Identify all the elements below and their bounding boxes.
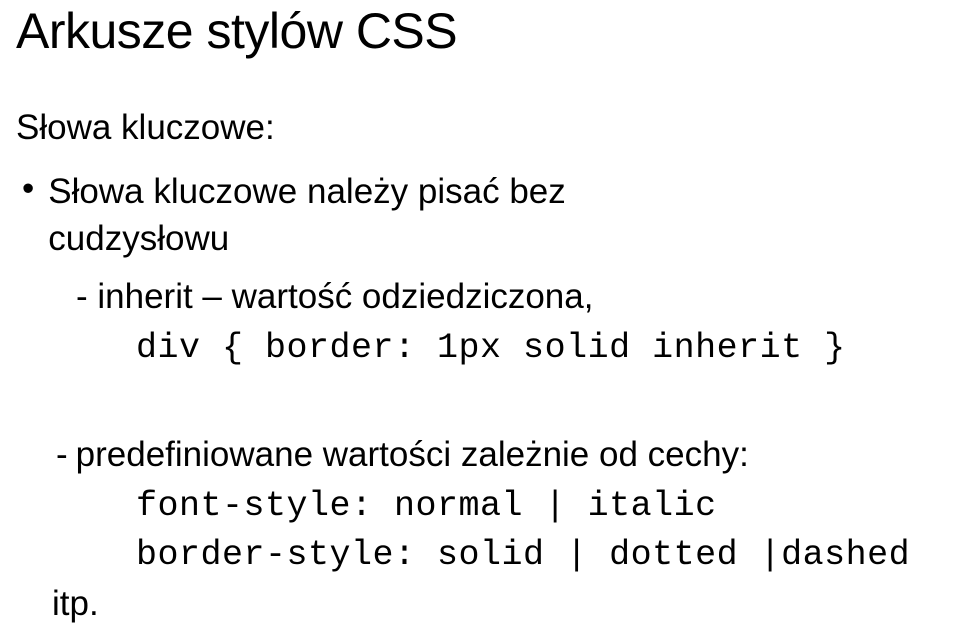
- bullet-text-line2: cudzysłowu: [48, 215, 944, 262]
- predefined-description: - predefiniowane wartości zależnie od ce…: [16, 431, 944, 478]
- font-style-code: font-style: normal | italic: [136, 482, 944, 531]
- bullet-item-1: • Słowa kluczowe należy pisać bez cudzys…: [16, 168, 944, 263]
- predefined-text: predefiniowane wartości zależnie od cech…: [76, 431, 749, 478]
- bullet-text-line1: Słowa kluczowe należy pisać bez: [48, 168, 944, 215]
- inherit-code: div { border: 1px solid inherit }: [136, 324, 944, 373]
- etc-text: itp.: [52, 584, 944, 624]
- bullet-marker: •: [22, 166, 34, 212]
- inherit-description: - inherit – wartość odziedziczona,: [76, 273, 944, 320]
- slide-title: Arkusze stylów CSS: [16, 2, 944, 60]
- dash-marker: -: [56, 431, 68, 478]
- border-style-code: border-style: solid | dotted |dashed: [136, 531, 944, 580]
- section-subtitle: Słowa kluczowe:: [16, 108, 944, 148]
